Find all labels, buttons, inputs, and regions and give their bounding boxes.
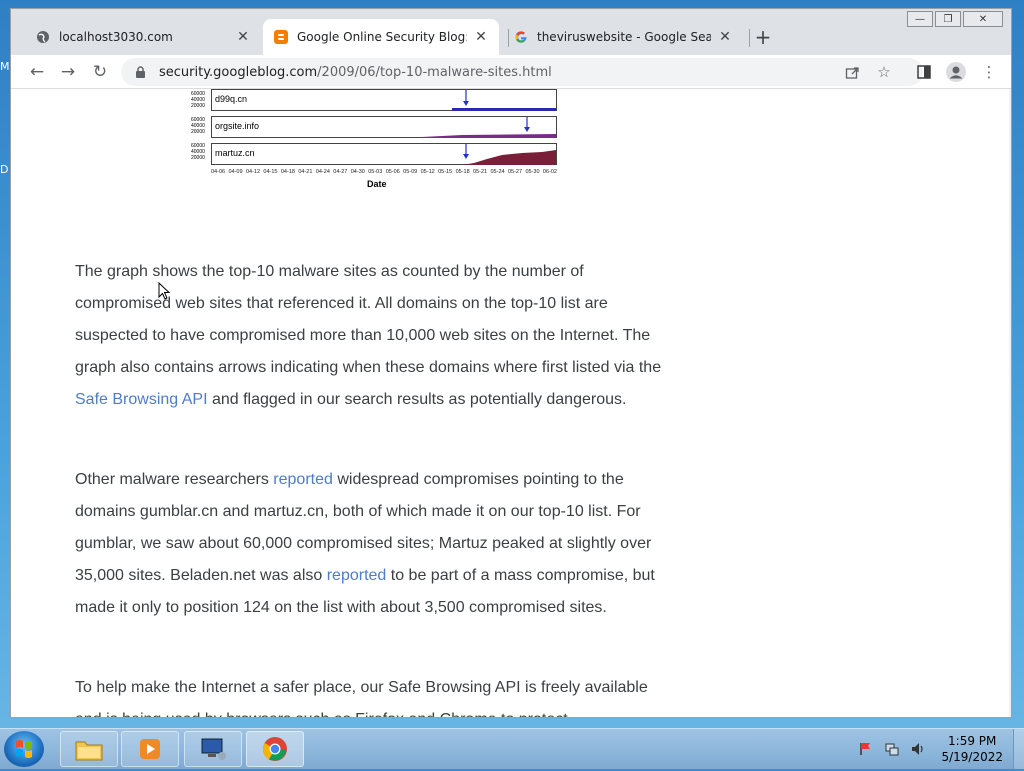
network-icon[interactable] xyxy=(883,740,901,758)
browser-toolbar: ← → ↻ security.googleblog.com/2009/06/to… xyxy=(11,55,1011,89)
url-host: security.googleblog.com xyxy=(159,64,318,80)
volume-icon[interactable] xyxy=(909,740,927,758)
system-clock[interactable]: 1:59 PM 5/19/2022 xyxy=(941,733,1003,765)
x-tick-label: 05-12 xyxy=(420,169,435,175)
x-tick-label: 04-21 xyxy=(298,169,313,175)
graph-panel-d99q: d99q.cn xyxy=(211,89,557,111)
x-tick-label: 04-18 xyxy=(280,169,295,175)
x-tick-label: 05-18 xyxy=(455,169,470,175)
clock-date: 5/19/2022 xyxy=(941,750,1003,764)
graph-panel-martuz: martuz.cn xyxy=(211,143,557,165)
folder-icon xyxy=(75,741,103,761)
x-tick-label: 05-27 xyxy=(507,169,523,175)
tab-separator xyxy=(749,29,750,47)
x-tick-label: 05-06 xyxy=(385,169,400,175)
x-tick-label: 04-15 xyxy=(263,169,278,175)
url-path: /2009/06/top-10-malware-sites.html xyxy=(317,64,552,80)
tab-localhost[interactable]: localhost3030.com ✕ xyxy=(25,19,261,55)
paragraph-text: To help make the Internet a safer place,… xyxy=(75,679,648,717)
browser-window: — ❐ ✕ localhost3030.com ✕ Google Online … xyxy=(10,8,1012,718)
bookmark-star-icon[interactable]: ☆ xyxy=(872,60,896,84)
paragraph-text: Other malware researchers xyxy=(75,471,274,488)
x-tick-label: 05-15 xyxy=(438,169,453,175)
paragraph-text: The graph shows the top-10 malware sites… xyxy=(75,263,662,376)
side-panel-icon[interactable] xyxy=(912,60,936,84)
forward-button[interactable]: → xyxy=(56,60,80,84)
safe-browsing-api-link[interactable]: Safe Browsing API xyxy=(75,391,208,408)
x-tick-label: 05-24 xyxy=(490,169,505,175)
x-tick-label: 04-30 xyxy=(350,169,365,175)
show-desktop-button[interactable] xyxy=(1013,729,1024,769)
x-tick-label: 04-09 xyxy=(228,169,243,175)
windows-logo-icon xyxy=(16,740,32,758)
tab-strip: localhost3030.com ✕ Google Online Securi… xyxy=(11,19,1011,55)
clock-time: 1:59 PM xyxy=(948,734,997,748)
taskbar-chrome[interactable] xyxy=(246,731,304,767)
graph-panel-orgsite: orgsite.info xyxy=(211,116,557,138)
tab-title: Google Online Security Blog: Top xyxy=(297,30,467,44)
google-icon xyxy=(513,29,529,45)
reload-button[interactable]: ↻ xyxy=(88,60,112,84)
paragraph-text: and flagged in our search results as pot… xyxy=(207,391,627,408)
taskbar: 1:59 PM 5/19/2022 xyxy=(0,728,1024,769)
article-paragraph-3: To help make the Internet a safer place,… xyxy=(75,672,675,717)
x-axis-title: Date xyxy=(367,179,387,189)
computer-icon xyxy=(201,738,226,760)
y-tick-label: 20000 xyxy=(191,129,205,135)
x-axis-ticks: 04-06 04-09 04-12 04-15 04-18 04-21 04-2… xyxy=(211,169,557,175)
close-tab-icon[interactable]: ✕ xyxy=(235,29,251,45)
reported-link[interactable]: reported xyxy=(327,567,387,584)
system-tray: 1:59 PM 5/19/2022 xyxy=(853,729,1024,769)
x-tick-label: 04-12 xyxy=(245,169,261,175)
page-content: 60000 40000 20000 d99q.cn 60000 40000 20… xyxy=(11,89,1011,717)
x-tick-label: 04-06 xyxy=(211,169,226,175)
blogger-icon xyxy=(273,29,289,45)
tab-title: localhost3030.com xyxy=(59,30,173,44)
x-tick-label: 04-27 xyxy=(333,169,348,175)
globe-icon xyxy=(35,29,51,45)
media-player-icon xyxy=(140,739,160,759)
back-button[interactable]: ← xyxy=(25,60,49,84)
x-tick-label: 05-30 xyxy=(525,169,540,175)
x-tick-label: 04-24 xyxy=(315,169,330,175)
close-tab-icon[interactable]: ✕ xyxy=(717,29,733,45)
close-tab-icon[interactable]: ✕ xyxy=(473,29,489,45)
address-bar[interactable]: security.googleblog.com/2009/06/top-10-m… xyxy=(121,58,923,86)
mouse-cursor-icon xyxy=(158,282,170,300)
malware-graph: 60000 40000 20000 d99q.cn 60000 40000 20… xyxy=(191,89,561,204)
reported-link[interactable]: reported xyxy=(273,471,333,488)
desktop-text-fragment: D xyxy=(0,163,9,176)
article-paragraph-2: Other malware researchers reported wides… xyxy=(75,464,675,624)
y-tick-label: 20000 xyxy=(191,155,205,161)
tab-title: theviruswebsite - Google Search xyxy=(537,30,711,44)
chrome-icon xyxy=(262,737,287,761)
action-center-flag-icon[interactable] xyxy=(857,740,875,758)
tab-security-blog[interactable]: Google Online Security Blog: Top ✕ xyxy=(263,19,499,55)
article-paragraph-1: The graph shows the top-10 malware sites… xyxy=(75,256,675,416)
page-scrollbar[interactable] xyxy=(1009,89,1011,717)
x-tick-label: 06-02 xyxy=(542,169,557,175)
x-tick-label: 05-03 xyxy=(368,169,383,175)
tab-google-search[interactable]: theviruswebsite - Google Search ✕ xyxy=(503,19,743,55)
taskbar-remote-desktop[interactable] xyxy=(184,731,242,767)
x-tick-label: 05-21 xyxy=(473,169,488,175)
menu-kebab-icon[interactable]: ⋮ xyxy=(977,60,1001,84)
lock-icon[interactable] xyxy=(135,65,149,79)
taskbar-media-player[interactable] xyxy=(121,731,179,767)
desktop-text-fragment: M xyxy=(0,60,10,73)
y-tick-label: 20000 xyxy=(191,103,205,109)
new-tab-button[interactable]: + xyxy=(751,25,775,49)
taskbar-explorer[interactable] xyxy=(60,731,118,767)
share-icon[interactable] xyxy=(840,60,864,84)
x-tick-label: 05-09 xyxy=(403,169,418,175)
start-button[interactable] xyxy=(4,731,44,767)
profile-avatar-icon[interactable] xyxy=(944,60,968,84)
